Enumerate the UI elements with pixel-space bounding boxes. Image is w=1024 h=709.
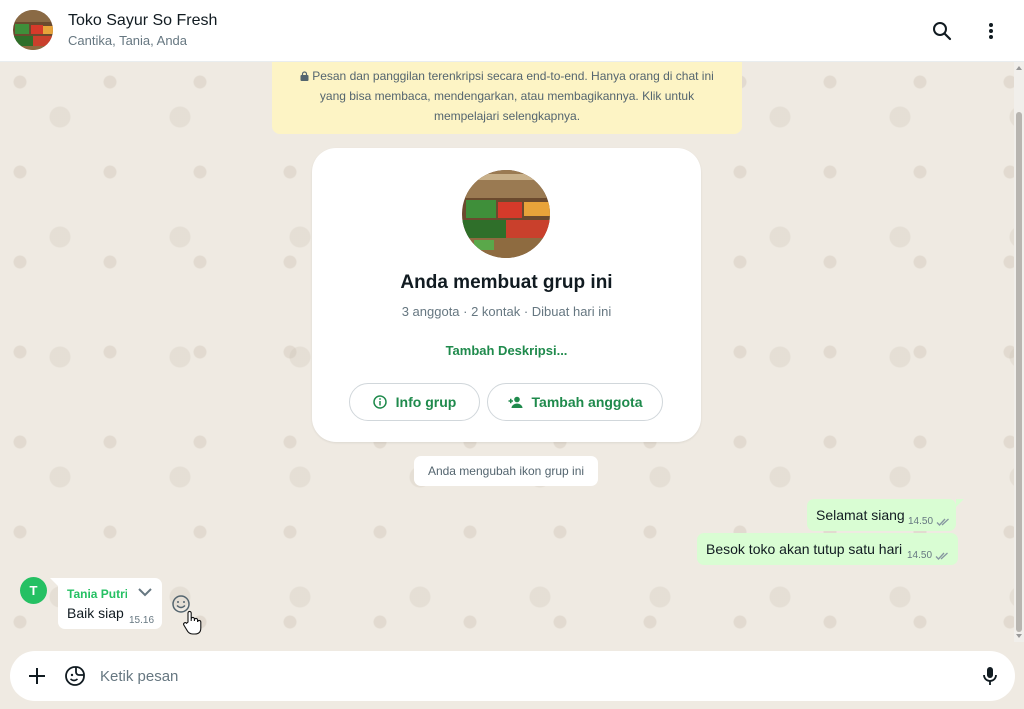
chat-title: Toko Sayur So Fresh [68,12,218,29]
scrollbar[interactable] [1014,62,1024,642]
group-created-title: Anda membuat grup ini [400,272,613,293]
add-description-link[interactable]: Tambah Deskripsi... [312,343,701,358]
group-meta: 3 anggota · 2 kontak · Dibuat hari ini [401,304,612,319]
bubble-tail [50,578,58,586]
group-info-label: Info grup [395,394,457,410]
group-info-button[interactable]: Info grup [349,383,480,421]
incoming-message[interactable]: Tania Putri Baik siap 15.16 [58,578,162,629]
menu-icon[interactable] [976,16,1006,46]
message-time: 15.16 [129,615,155,626]
outgoing-message[interactable]: Selamat siang 14.50 [807,499,956,531]
add-member-label: Tambah anggota [531,394,643,410]
info-icon [372,395,387,409]
chevron-down-icon[interactable] [138,587,152,597]
message-composer [10,651,1015,701]
add-person-icon [508,396,523,408]
microphone-icon[interactable] [978,664,1002,688]
group-photo[interactable] [462,170,550,258]
message-time: 14.50 [907,550,933,561]
sender-avatar[interactable]: T [20,577,47,604]
message-text: Baik siap [67,605,124,621]
plus-icon[interactable] [25,664,49,688]
hand-cursor-icon [183,610,202,635]
encryption-notice-text: Pesan dan panggilan terenkripsi secara e… [312,69,714,123]
double-check-icon [936,518,949,526]
chat-header[interactable]: Toko Sayur So Fresh Cantika, Tania, Anda [0,0,1024,62]
group-created-card: Anda membuat grup ini 3 anggota · 2 kont… [312,148,701,442]
outgoing-message[interactable]: Besok toko akan tutup satu hari 14.50 [697,533,958,565]
message-text: Selamat siang [816,507,905,523]
message-time: 14.50 [908,516,934,527]
group-avatar[interactable] [13,10,53,50]
sender-name[interactable]: Tania Putri [67,587,127,601]
scroll-down-arrow[interactable] [1016,634,1022,638]
search-icon[interactable] [927,16,957,46]
encryption-notice[interactable]: Pesan dan panggilan terenkripsi secara e… [272,62,742,134]
lock-icon [300,71,309,81]
add-member-button[interactable]: Tambah anggota [487,383,663,421]
scroll-up-arrow[interactable] [1016,66,1022,70]
double-check-icon [935,552,948,560]
sticker-icon[interactable] [63,664,87,688]
bubble-tail [956,499,964,507]
system-message: Anda mengubah ikon grup ini [414,456,598,486]
chat-participants: Cantika, Tania, Anda [68,33,188,48]
message-input[interactable] [100,661,960,691]
scroll-thumb[interactable] [1016,112,1022,632]
message-text: Besok toko akan tutup satu hari [706,541,903,557]
